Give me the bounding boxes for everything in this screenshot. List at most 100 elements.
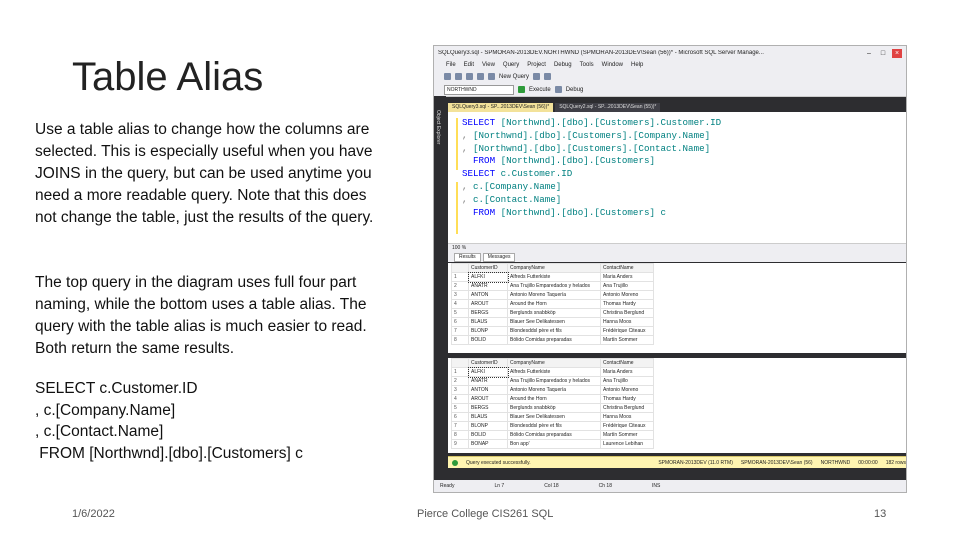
row-number[interactable]: 5	[451, 308, 469, 318]
table-cell[interactable]: AROUT	[468, 299, 508, 309]
table-row[interactable]: 7 BLONP Blondesddsl père et fils Frédérique…	[451, 421, 654, 431]
table-cell[interactable]: Thomas Hardy	[600, 394, 654, 404]
row-number[interactable]: 6	[451, 317, 469, 327]
menu-help[interactable]: Help	[631, 62, 643, 68]
column-header[interactable]: CustomerID	[468, 263, 508, 273]
table-cell[interactable]: AROUT	[468, 394, 508, 404]
row-number[interactable]: 2	[451, 281, 469, 291]
object-explorer-strip[interactable]: Object Explorer	[434, 96, 446, 480]
execute-button[interactable]: Execute	[529, 87, 551, 93]
row-number[interactable]: 3	[451, 290, 469, 300]
table-cell[interactable]: Bólido Comidas preparadas	[507, 430, 601, 440]
table-row[interactable]: 3 ANTON Antonio Moreno Taquería Antonio Mor…	[451, 290, 654, 300]
row-number[interactable]: 4	[451, 299, 469, 309]
zoom-level[interactable]: 100 %	[448, 243, 906, 253]
menu-debug[interactable]: Debug	[554, 62, 572, 68]
row-number[interactable]: 8	[451, 430, 469, 440]
menu-query[interactable]: Query	[503, 62, 519, 68]
table-cell[interactable]: Alfreds Futterkiste	[507, 272, 601, 282]
table-row[interactable]: 5 BERGS Berglunds snabbköp Christina Berglu…	[451, 308, 654, 318]
table-cell[interactable]: BOLID	[468, 335, 508, 345]
execute-icon[interactable]	[518, 86, 525, 93]
query-editor[interactable]: SELECT [Northwnd].[dbo].[Customers].Cust…	[448, 112, 906, 247]
table-row[interactable]: 8 BOLID Bólido Comidas preparadas Martín So…	[451, 430, 654, 440]
row-number[interactable]: 9	[451, 439, 469, 449]
redo-icon[interactable]	[544, 73, 552, 80]
table-cell[interactable]: Frédérique Citeaux	[600, 326, 654, 336]
maximize-icon[interactable]: □	[878, 49, 888, 58]
table-cell[interactable]: Antonio Moreno Taquería	[507, 290, 601, 300]
table-cell[interactable]: Bólido Comidas preparadas	[507, 335, 601, 345]
table-cell[interactable]: ANTON	[468, 385, 508, 395]
row-number[interactable]: 6	[451, 412, 469, 422]
tab-results[interactable]: Results	[454, 253, 481, 262]
table-cell[interactable]: Bon app'	[507, 439, 601, 449]
table-cell[interactable]: Frédérique Citeaux	[600, 421, 654, 431]
row-number[interactable]: 2	[451, 376, 469, 386]
column-header[interactable]: CompanyName	[507, 358, 601, 368]
table-cell[interactable]: Hanna Moos	[600, 412, 654, 422]
table-cell[interactable]: Laurence Lebihan	[600, 439, 654, 449]
tab-messages[interactable]: Messages	[482, 253, 516, 262]
row-number[interactable]: 4	[451, 394, 469, 404]
new-query-button[interactable]: New Query	[499, 74, 529, 80]
table-cell[interactable]: Alfreds Futterkiste	[507, 367, 601, 377]
row-number[interactable]: 8	[451, 335, 469, 345]
table-cell[interactable]: Berglunds snabbköp	[507, 403, 601, 413]
table-cell[interactable]: Martín Sommer	[600, 430, 654, 440]
table-cell[interactable]: ANTON	[468, 290, 508, 300]
close-icon[interactable]: ×	[892, 48, 902, 58]
table-cell[interactable]: Around the Horn	[507, 394, 601, 404]
table-cell[interactable]: Thomas Hardy	[600, 299, 654, 309]
debug-button[interactable]: Debug	[566, 87, 584, 93]
menu-file[interactable]: File	[446, 62, 456, 68]
table-row[interactable]: 8 BOLID Bólido Comidas preparadas Martín So…	[451, 335, 654, 345]
tab-query2[interactable]: SQLQuery2.sql - SP...2013DEV\Sean (55))*	[555, 103, 661, 112]
table-row[interactable]: 6 BLAUS Blauer See Delikatessen Hanna Moos	[451, 412, 654, 422]
table-cell[interactable]: Blauer See Delikatessen	[507, 412, 601, 422]
row-number[interactable]: 1	[451, 272, 469, 282]
table-cell[interactable]: ANATR	[468, 281, 508, 291]
table-cell[interactable]: BONAP	[468, 439, 508, 449]
table-cell[interactable]: Ana Trujillo	[600, 281, 654, 291]
table-cell[interactable]: ALFKI	[467, 366, 509, 378]
table-cell[interactable]: Maria Anders	[600, 272, 654, 282]
table-row[interactable]: 3 ANTON Antonio Moreno Taquería Antonio Mor…	[451, 385, 654, 395]
open-file-icon[interactable]	[466, 73, 473, 80]
table-cell[interactable]: ALFKI	[467, 271, 509, 283]
menu-edit[interactable]: Edit	[464, 62, 474, 68]
table-cell[interactable]: Blauer See Delikatessen	[507, 317, 601, 327]
row-number[interactable]: 5	[451, 403, 469, 413]
menu-tools[interactable]: Tools	[580, 62, 594, 68]
menu-window[interactable]: Window	[602, 62, 623, 68]
menu-view[interactable]: View	[482, 62, 495, 68]
table-cell[interactable]: BLONP	[468, 326, 508, 336]
table-row[interactable]: 6 BLAUS Blauer See Delikatessen Hanna Moos	[451, 317, 654, 327]
back-icon[interactable]	[444, 73, 451, 80]
table-cell[interactable]: Berglunds snabbköp	[507, 308, 601, 318]
table-row[interactable]: 7 BLONP Blondesddsl père et fils Frédérique…	[451, 326, 654, 336]
row-number[interactable]: 7	[451, 421, 469, 431]
table-cell[interactable]: Antonio Moreno	[600, 385, 654, 395]
table-cell[interactable]: Antonio Moreno	[600, 290, 654, 300]
table-cell[interactable]: BERGS	[468, 308, 508, 318]
table-cell[interactable]: BLAUS	[468, 412, 508, 422]
new-query-icon[interactable]	[488, 73, 495, 80]
table-row[interactable]: 4 AROUT Around the Horn Thomas Hardy	[451, 394, 654, 404]
table-cell[interactable]: Christina Berglund	[600, 308, 654, 318]
table-cell[interactable]: Christina Berglund	[600, 403, 654, 413]
forward-icon[interactable]	[455, 73, 462, 80]
column-header[interactable]: ContactName	[600, 263, 654, 273]
table-row[interactable]: 2 ANATR Ana Trujillo Emparedados y helados…	[451, 376, 654, 386]
table-cell[interactable]: Martín Sommer	[600, 335, 654, 345]
table-cell[interactable]: Antonio Moreno Taquería	[507, 385, 601, 395]
table-row[interactable]: 2 ANATR Ana Trujillo Emparedados y helados…	[451, 281, 654, 291]
undo-icon[interactable]	[533, 73, 541, 80]
row-number[interactable]: 1	[451, 367, 469, 377]
table-cell[interactable]: Ana Trujillo	[600, 376, 654, 386]
table-row[interactable]: 1 ALFKI Alfreds Futterkiste Maria Anders	[451, 271, 654, 283]
debug-icon[interactable]	[554, 86, 562, 93]
table-cell[interactable]: Hanna Moos	[600, 317, 654, 327]
table-row[interactable]: 9 BONAP Bon app' Laurence Lebihan	[451, 439, 654, 449]
column-header[interactable]: CompanyName	[507, 263, 601, 273]
